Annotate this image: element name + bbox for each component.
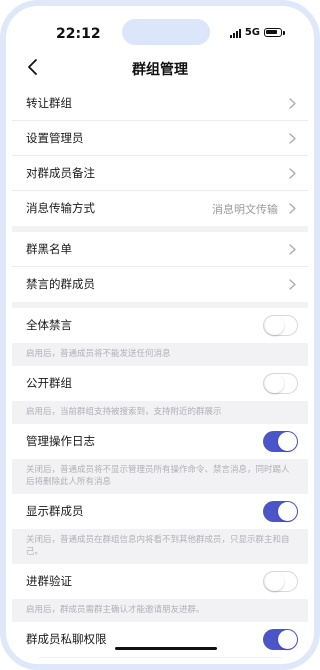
row-label: 对群成员备注 (26, 166, 95, 180)
toggle-knob (278, 502, 297, 521)
row-label: 消息传输方式 (26, 201, 95, 215)
toggle-switch[interactable] (263, 315, 298, 336)
settings-row[interactable]: 转让群组 (12, 86, 308, 121)
row-label: 转让群组 (26, 96, 72, 110)
screen: 22:12 5G 群组管理 转让群组设置管理员对群成员备注 消息传输方式 消息明文传… (12, 12, 308, 658)
toggle-row: 群成员私聊权限 (12, 622, 308, 657)
nav-bar: 群组管理 (12, 48, 308, 86)
settings-group: 群黑名单禁言的群成员 (12, 232, 308, 302)
toggle-row: 公开群组 (12, 366, 308, 401)
dynamic-island (122, 19, 210, 45)
toggle-description: 关闭后，普通成员在群组信息内将看不到其他群成员，只显示群主和自己。 (12, 529, 308, 564)
home-indicator (115, 647, 217, 650)
toggle-switch[interactable] (263, 501, 298, 522)
signal-icon (229, 28, 241, 38)
row-label: 设置管理员 (26, 131, 84, 145)
toggle-switch[interactable] (263, 571, 298, 592)
settings-row[interactable]: 消息传输方式 消息明文传输 (12, 191, 308, 226)
toggle-row: 全体禁言 (12, 308, 308, 343)
chevron-right-icon (289, 244, 296, 255)
row-value: 消息明文传输 (212, 203, 278, 216)
settings-row[interactable]: 群黑名单 (12, 232, 308, 267)
toggle-knob (278, 630, 297, 649)
toggle-knob (278, 432, 297, 451)
toggle-switch[interactable] (263, 431, 298, 452)
chevron-right-icon (289, 133, 296, 144)
settings-group: 转让群组设置管理员对群成员备注 消息传输方式 消息明文传输 (12, 86, 308, 226)
toggle-label: 管理操作日志 (26, 434, 95, 448)
toggle-knob (265, 316, 284, 335)
chevron-right-icon (289, 279, 296, 290)
settings-list: 转让群组设置管理员对群成员备注 消息传输方式 消息明文传输群黑名单禁言的群成员 全体禁… (12, 86, 308, 657)
toggle-knob (265, 374, 284, 393)
row-label: 禁言的群成员 (26, 277, 95, 291)
status-time: 22:12 (56, 26, 101, 42)
toggle-description: 启用后，当前群组支持被搜索到，支持附近的群展示 (12, 401, 308, 424)
toggle-label: 进群验证 (26, 574, 72, 588)
toggle-switch[interactable] (263, 373, 298, 394)
battery-icon (264, 28, 285, 37)
toggle-label: 全体禁言 (26, 318, 72, 332)
network-label: 5G (244, 27, 260, 38)
toggle-description: 启用后，群成员需群主确认才能邀请朋友进群。 (12, 599, 308, 622)
toggle-row: 进群验证 (12, 564, 308, 599)
toggle-label: 公开群组 (26, 376, 72, 390)
settings-row[interactable]: 对群成员备注 (12, 156, 308, 191)
toggle-description: 启用后，普通成员将不能发送任何消息 (12, 343, 308, 366)
toggle-switch[interactable] (263, 629, 298, 650)
status-indicators: 5G (229, 27, 285, 38)
page-title: 群组管理 (132, 62, 188, 78)
chevron-right-icon (289, 203, 296, 214)
chevron-right-icon (289, 168, 296, 179)
chevron-right-icon (289, 98, 296, 109)
phone-frame: 22:12 5G 群组管理 转让群组设置管理员对群成员备注 消息传输方式 消息明文传… (0, 0, 320, 670)
toggle-label: 群成员私聊权限 (26, 632, 107, 646)
toggle-knob (265, 572, 284, 591)
status-bar: 22:12 5G (12, 12, 308, 48)
settings-row[interactable]: 禁言的群成员 (12, 267, 308, 302)
toggle-row: 管理操作日志 (12, 424, 308, 459)
row-label: 群黑名单 (26, 242, 72, 256)
toggle-row: 显示群成员 (12, 494, 308, 529)
toggle-label: 显示群成员 (26, 504, 84, 518)
toggle-description: 关闭后，普通成员将不显示管理员所有操作命令、禁言消息，同时踢人后将删除此人所有消… (12, 459, 308, 494)
settings-row[interactable]: 设置管理员 (12, 121, 308, 156)
